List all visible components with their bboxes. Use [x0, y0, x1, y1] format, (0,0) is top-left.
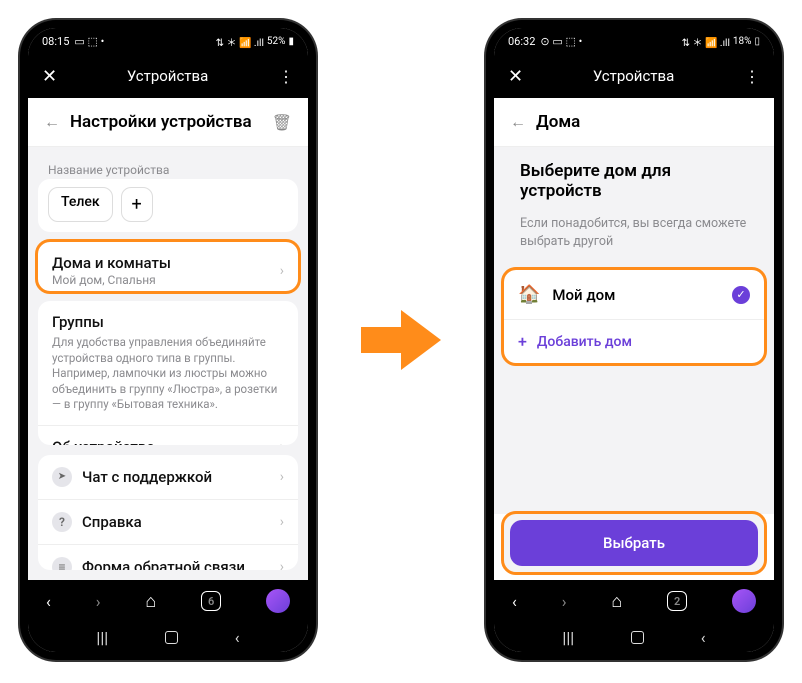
- page-header: ← Настройки устройства 🗑: [28, 98, 308, 147]
- homes-rooms-card[interactable]: Дома и комнаты Мой дом, Спальня ›: [38, 242, 298, 291]
- nav-forward-icon[interactable]: ›: [96, 592, 101, 611]
- browser-bar: ‹ › ⌂ 6: [28, 580, 308, 622]
- home-option-row[interactable]: 🏠 Мой дом ✓: [504, 270, 764, 319]
- help-row[interactable]: Справка ›: [38, 499, 298, 544]
- content-area: Название устройства Телек + Дома и комна…: [28, 147, 308, 580]
- add-home-row[interactable]: + Добавить дом: [504, 319, 764, 363]
- add-home-label: Добавить дом: [537, 334, 632, 350]
- nav-forward-icon[interactable]: ›: [562, 592, 567, 611]
- chat-row[interactable]: Чат с поддержкой ›: [38, 455, 298, 499]
- back-button[interactable]: ‹: [235, 628, 240, 647]
- back-icon[interactable]: ←: [44, 112, 60, 132]
- app-header: ✕ Устройства ⋮: [28, 54, 308, 98]
- close-icon[interactable]: ✕: [42, 66, 57, 87]
- system-nav: ||| ‹: [494, 622, 774, 652]
- chevron-right-icon: ›: [280, 439, 284, 445]
- groups-desc: Для удобства управления объединяйте устр…: [38, 335, 298, 425]
- about-row[interactable]: Об устройстве ›: [38, 425, 298, 445]
- plus-icon: +: [518, 332, 527, 351]
- chevron-right-icon: ›: [280, 514, 284, 530]
- page-header: ← Дома: [494, 98, 774, 147]
- page-title: Настройки устройства: [70, 112, 252, 132]
- device-name-label: Название устройства: [38, 157, 298, 179]
- select-button[interactable]: Выбрать: [510, 520, 758, 566]
- groups-row[interactable]: Группы: [38, 301, 298, 335]
- phone-left: 08:15 ▭ ⬚ • ⇅ ＊ 📶 .ıll 52% ▮ ✕ Устройств…: [20, 20, 316, 660]
- back-button[interactable]: ‹: [701, 628, 706, 647]
- device-name-chips: Телек +: [38, 179, 298, 232]
- status-time: 06:32: [508, 35, 535, 48]
- nav-back-icon[interactable]: ‹: [46, 592, 51, 611]
- kebab-menu-icon[interactable]: ⋮: [744, 67, 760, 86]
- device-name-chip[interactable]: Телек: [48, 187, 113, 222]
- screen-left: 08:15 ▭ ⬚ • ⇅ ＊ 📶 .ıll 52% ▮ ✕ Устройств…: [28, 28, 308, 652]
- about-title: Об устройстве: [52, 438, 154, 445]
- house-icon: 🏠: [518, 284, 540, 305]
- home-icon[interactable]: ⌂: [611, 591, 622, 612]
- status-bar: 08:15 ▭ ⬚ • ⇅ ＊ 📶 .ıll 52% ▮: [28, 28, 308, 54]
- kebab-menu-icon[interactable]: ⋮: [278, 67, 294, 86]
- help-title: Справка: [82, 513, 142, 531]
- section-title: Выберите дом для устройств: [504, 147, 764, 205]
- groups-title: Группы: [52, 313, 104, 331]
- content-area: Выберите дом для устройств Если понадоби…: [494, 147, 774, 514]
- status-time: 08:15: [42, 35, 69, 48]
- homes-title: Дома и комнаты: [52, 254, 171, 272]
- chevron-right-icon: ›: [280, 469, 284, 485]
- screen-right: 06:32 ⊙ ▭ ⬚ • ⇅ ＊ 📶 .ıll 18% ▯ ✕ Устройс…: [494, 28, 774, 652]
- browser-bar: ‹ › ⌂ 2: [494, 580, 774, 622]
- battery-icon: ▯: [754, 36, 760, 47]
- status-icons-left: ⊙ ▭ ⬚ •: [540, 35, 582, 48]
- form-icon: [52, 557, 72, 570]
- homes-sub: Мой дом, Спальня: [52, 273, 171, 287]
- arrow-icon: [356, 305, 446, 375]
- support-card: Чат с поддержкой › Справка › Форма обрат…: [38, 455, 298, 570]
- selected-check-icon: ✓: [732, 286, 750, 304]
- app-title: Устройства: [57, 67, 278, 85]
- chevron-right-icon: ›: [280, 559, 284, 570]
- recents-button[interactable]: |||: [96, 628, 108, 647]
- homes-list-card: 🏠 Мой дом ✓ + Добавить дом: [504, 270, 764, 363]
- chat-title: Чат с поддержкой: [82, 468, 212, 486]
- status-icons-left: ▭ ⬚ •: [74, 35, 104, 48]
- form-title: Форма обратной связи: [82, 558, 245, 570]
- page-title: Дома: [536, 112, 580, 132]
- home-icon[interactable]: ⌂: [145, 591, 156, 612]
- app-title: Устройства: [523, 67, 744, 85]
- bottom-button-area: Выбрать: [504, 514, 764, 572]
- back-icon[interactable]: ←: [510, 112, 526, 132]
- chevron-right-icon: ›: [280, 263, 284, 279]
- status-battery: 52%: [267, 36, 286, 47]
- battery-icon: ▮: [288, 36, 294, 47]
- recents-button[interactable]: |||: [562, 628, 574, 647]
- home-button[interactable]: [165, 631, 178, 644]
- trash-icon[interactable]: 🗑: [272, 113, 292, 132]
- phone-right: 06:32 ⊙ ▭ ⬚ • ⇅ ＊ 📶 .ıll 18% ▯ ✕ Устройс…: [486, 20, 782, 660]
- status-icons-right: ⇅ ＊ 📶 .ıll: [216, 34, 264, 49]
- status-battery: 18%: [733, 36, 752, 47]
- groups-about-card: Группы Для удобства управления объединяй…: [38, 301, 298, 444]
- section-sub: Если понадобится, вы всегда сможете выбр…: [504, 215, 764, 260]
- app-header: ✕ Устройства ⋮: [494, 54, 774, 98]
- chat-icon: [52, 467, 72, 487]
- help-icon: [52, 512, 72, 532]
- status-icons-right: ⇅ ＊ 📶 .ıll: [682, 34, 730, 49]
- form-row[interactable]: Форма обратной связи ›: [38, 544, 298, 570]
- tabs-badge[interactable]: 6: [201, 591, 221, 611]
- add-name-button[interactable]: +: [121, 187, 153, 222]
- tabs-badge[interactable]: 2: [667, 591, 687, 611]
- close-icon[interactable]: ✕: [508, 66, 523, 87]
- home-name: Мой дом: [552, 286, 615, 304]
- status-bar: 06:32 ⊙ ▭ ⬚ • ⇅ ＊ 📶 .ıll 18% ▯: [494, 28, 774, 54]
- alice-icon[interactable]: [732, 589, 756, 613]
- home-button[interactable]: [631, 631, 644, 644]
- nav-back-icon[interactable]: ‹: [512, 592, 517, 611]
- alice-icon[interactable]: [266, 589, 290, 613]
- transition-arrow: [356, 305, 446, 375]
- system-nav: ||| ‹: [28, 622, 308, 652]
